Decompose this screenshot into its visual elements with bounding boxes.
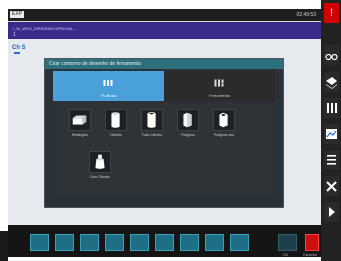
softkey-2[interactable]	[55, 234, 74, 251]
clock: 02:49:53	[296, 12, 316, 18]
chart-icon[interactable]	[324, 124, 339, 144]
softkey-6[interactable]	[155, 234, 174, 251]
tab-stock-label: Pc.Bruta	[100, 93, 117, 98]
tab-tool-label: Ferramenta	[209, 93, 230, 98]
cancel-label: Cancelar	[303, 253, 318, 257]
right-softkey-bar: !	[321, 0, 341, 261]
list-icon[interactable]	[324, 150, 339, 170]
rectangle-block-icon	[72, 115, 87, 125]
tile-cone-cylinder[interactable]: Com Cilindro	[83, 151, 117, 185]
bar-stock-icon	[103, 80, 113, 86]
tile-tube-cylinder-frame	[141, 109, 163, 131]
tool-icon	[214, 79, 224, 87]
tile-cylinder-frame	[105, 109, 127, 131]
program-path: /_N/_WKS_DIR/DEMO.WPD/GAL...	[13, 26, 77, 31]
softkey-9[interactable]	[230, 234, 249, 251]
cursor-marker	[14, 52, 20, 54]
top-status-bar: EXP 02:49:53	[8, 9, 321, 21]
polygon-prism-icon	[183, 112, 192, 128]
layers-icon[interactable]	[324, 72, 339, 92]
alarm-icon[interactable]: !	[324, 3, 339, 23]
softkey-8[interactable]	[205, 234, 224, 251]
left-edge-strip	[0, 231, 8, 261]
tile-polygon-frame	[177, 109, 199, 131]
tile-hollow-polygon[interactable]: Polígono oco	[207, 109, 241, 143]
ok-button[interactable]	[278, 234, 297, 251]
main-screen: EXP 02:49:53 /_N/_WKS_DIR/DEMO.WPD/GAL..…	[8, 9, 321, 257]
softkey-4[interactable]	[105, 234, 124, 251]
tool-contour-dialog: Criar contorno de desenho de ferramenta …	[44, 58, 284, 208]
columns-icon[interactable]	[324, 98, 339, 118]
shape-palette: Retângulo Cilindro Tubo Cilindro Poligon…	[53, 103, 275, 193]
tile-rectangle-frame	[69, 109, 91, 131]
program-strip: /_N/_WKS_DIR/DEMO.WPD/GAL... 1	[8, 22, 321, 39]
ok-label: OK	[283, 253, 289, 257]
softkey-1[interactable]	[30, 234, 49, 251]
softkey-7[interactable]	[180, 234, 199, 251]
tile-cylinder[interactable]: Cilindro	[99, 109, 133, 143]
tile-polygon[interactable]: Poligono	[171, 109, 205, 143]
mode-indicator: EXP	[10, 11, 25, 18]
hollow-polygon-icon	[219, 112, 228, 128]
tube-cylinder-icon	[147, 112, 156, 128]
next-icon[interactable]	[324, 202, 339, 222]
program-label: Ch S	[12, 45, 26, 51]
tile-tube-cylinder[interactable]: Tubo Cilindro	[135, 109, 169, 143]
tile-hollow-polygon-label: Polígono oco	[213, 133, 235, 137]
program-line: 1	[13, 32, 16, 38]
cylinder-icon	[111, 112, 120, 128]
close-icon[interactable]	[324, 176, 339, 196]
tile-hollow-polygon-frame	[213, 109, 235, 131]
cone-cylinder-icon	[95, 154, 105, 169]
dialog-title: Criar contorno de desenho de ferramenta	[45, 59, 283, 69]
cancel-button[interactable]	[305, 234, 319, 251]
tile-rectangle[interactable]: Retângulo	[63, 109, 97, 143]
dialog-tabs: Pc.Bruta Ferramenta	[53, 71, 275, 101]
tile-cone-cylinder-label: Com Cilindro	[89, 175, 111, 179]
tab-stock[interactable]: Pc.Bruta	[53, 71, 164, 101]
softkey-3[interactable]	[80, 234, 99, 251]
tab-tool[interactable]: Ferramenta	[164, 71, 275, 101]
tile-cone-cylinder-frame	[89, 151, 111, 173]
softkey-5[interactable]	[130, 234, 149, 251]
bottom-softkey-bar: OK Cancelar	[8, 225, 321, 257]
oo-icon[interactable]	[324, 45, 339, 65]
